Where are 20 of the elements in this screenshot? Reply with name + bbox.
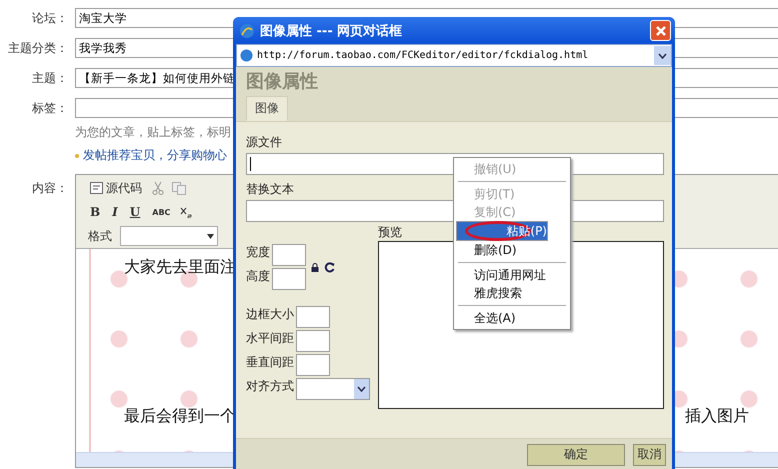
tag-hint: 为您的文章，贴上标签，标明 xyxy=(75,124,232,141)
field-label: 对齐方式 xyxy=(246,378,294,395)
format-label: 格式 xyxy=(88,228,112,244)
paragraph-text: 插入图片 xyxy=(685,406,749,427)
field-label: 水平间距 xyxy=(246,330,294,347)
field-label: 高度 xyxy=(246,268,270,285)
field-label: 源文件 xyxy=(246,134,282,151)
field-label: 宽度 xyxy=(246,244,270,261)
field-label: 垂直间距 xyxy=(246,354,294,371)
field-label: 论坛： xyxy=(31,10,68,26)
field-label: 标签： xyxy=(31,100,68,116)
field-label: 主题分类： xyxy=(7,40,68,56)
field-label: 内容： xyxy=(31,180,68,197)
field-label: 预览 xyxy=(378,224,402,241)
url-text: http://forum.taobao.com/FCKeditor/editor/fckdialog.html xyxy=(257,50,590,62)
field-label: 边框大小 xyxy=(246,306,294,323)
field-label: 替换文本 xyxy=(246,180,294,198)
field-label: 主题： xyxy=(31,70,68,86)
dialog-heading: 图像属性 xyxy=(246,70,319,93)
window-title: 图像属性 --- 网页对话框 xyxy=(260,22,404,40)
